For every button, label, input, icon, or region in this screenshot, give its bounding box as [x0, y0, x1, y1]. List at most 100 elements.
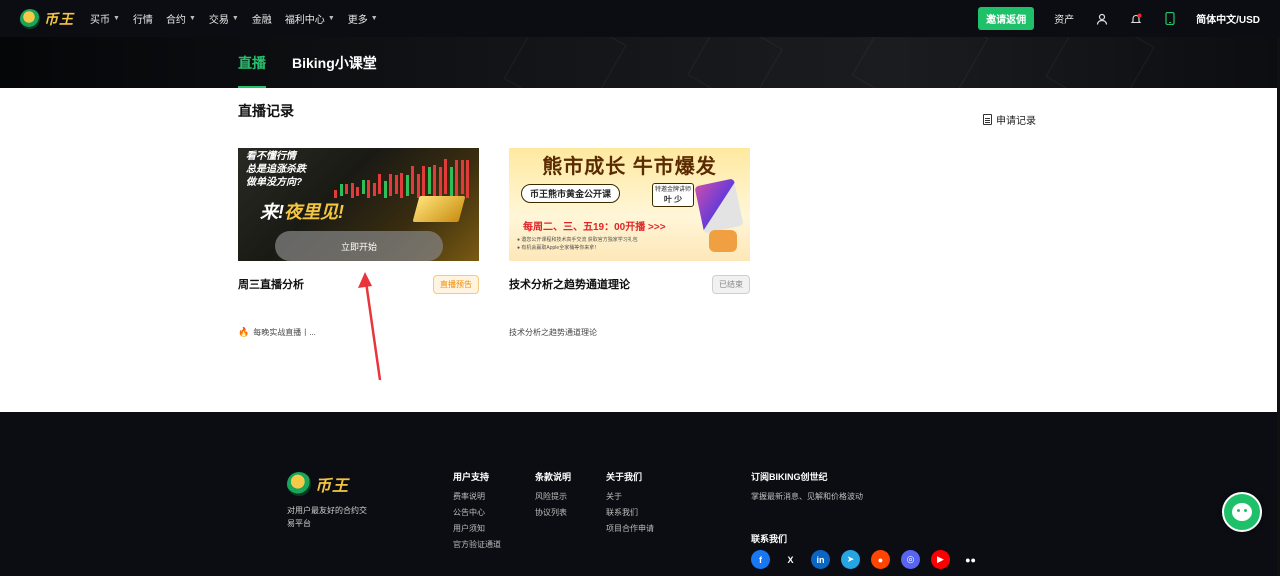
chevron-down-icon: ▼ — [231, 15, 239, 22]
candle-decoration — [433, 165, 436, 198]
card-title[interactable]: 技术分析之趋势通道理论 — [509, 276, 630, 292]
invite-rebate-button[interactable]: 邀请返佣 — [978, 7, 1035, 30]
hex-decoration — [851, 37, 989, 88]
customer-support-button[interactable] — [1222, 492, 1262, 532]
thumbnail-note: ● 有机会赢取Apple全家桶等你来拿！ — [517, 245, 600, 251]
live-thumbnail[interactable]: 熊市成长 牛市爆发 币王熊市黄金公开课 特邀金牌讲师 叶 少 每周二、三、五19… — [509, 148, 750, 261]
candle-decoration — [444, 159, 447, 194]
footer-col-terms: 条款说明 风险提示 协议列表 — [535, 470, 571, 521]
gold-bar-decoration — [412, 196, 466, 222]
footer-link[interactable]: 用户须知 — [453, 521, 501, 537]
telegram-icon[interactable]: ➤ — [841, 550, 860, 569]
candle-decoration — [438, 167, 442, 196]
candle-decoration — [334, 190, 337, 198]
nav-rewards[interactable]: 福利中心 ▼ — [285, 11, 335, 26]
youtube-icon[interactable]: ▶ — [931, 550, 950, 569]
nav-label: 福利中心 — [284, 15, 325, 26]
candle-decoration — [345, 184, 348, 194]
candle-decoration — [367, 180, 370, 198]
hero-tabs-bar: 直播 Biking小课堂 — [0, 37, 1277, 88]
footer-link[interactable]: 风险提示 — [535, 489, 571, 505]
hex-decoration — [1045, 37, 1155, 88]
tab-biking-course[interactable]: Biking小课堂 — [292, 53, 377, 73]
candle-decoration — [400, 173, 403, 198]
card-description: 🔥 每晚实战直播丨... — [238, 327, 316, 338]
footer-link[interactable]: 费率说明 — [453, 489, 501, 505]
footer-col-head: 用户支持 — [453, 472, 490, 482]
brand-logo[interactable]: 币王 — [20, 8, 74, 29]
brand-name: 币王 — [44, 10, 74, 27]
footer-logo[interactable]: 币王 — [287, 472, 349, 496]
tiger-logo-icon — [287, 472, 311, 496]
start-now-button[interactable]: 立即开始 — [275, 231, 443, 261]
footer-link[interactable]: 联系我们 — [606, 505, 654, 521]
document-icon — [983, 114, 992, 125]
tab-live[interactable]: 直播 — [238, 53, 266, 73]
medium-icon[interactable]: ●● — [961, 550, 980, 569]
footer-link[interactable]: 项目合作申请 — [606, 521, 654, 537]
footer-link[interactable]: 关于 — [606, 489, 654, 505]
social-links: f Xin ➤ ● ◎ ▶ ●● — [751, 550, 991, 569]
reddit-icon[interactable]: ● — [871, 550, 890, 569]
candle-decoration — [449, 167, 453, 198]
thumbnail-line: 看不懂行情 — [246, 151, 296, 162]
nav-assets[interactable]: 资产 — [1054, 11, 1074, 26]
tablet-prize-decoration — [694, 178, 744, 234]
card-description-text: 技术分析之趋势通道理论 — [509, 328, 597, 337]
discord-icon[interactable]: ◎ — [901, 550, 920, 569]
support-agent-icon — [1232, 503, 1252, 521]
thumbnail-lecturer-tag: 特邀金牌讲师 叶 少 — [652, 183, 694, 207]
candle-decoration — [356, 187, 359, 196]
candle-decoration — [389, 174, 392, 196]
linkedin-icon[interactable]: in — [811, 550, 830, 569]
candle-decoration — [383, 181, 387, 198]
nav-finance[interactable]: 金融 — [252, 11, 272, 26]
tiger-logo-icon — [20, 8, 40, 29]
candle-decoration — [339, 184, 343, 196]
live-card[interactable]: 熊市成长 牛市爆发 币王熊市黄金公开课 特邀金牌讲师 叶 少 每周二、三、五19… — [509, 148, 750, 337]
facebook-icon[interactable]: f — [751, 550, 770, 569]
candle-decoration — [405, 175, 409, 196]
subscribe-description: 掌握最新消息、见解和价格波动 — [751, 492, 863, 501]
mobile-app-icon[interactable] — [1162, 11, 1178, 27]
nav-buy-crypto[interactable]: 买币 ▼ — [90, 11, 120, 26]
thumbnail-schedule: 每周二、三、五19：00开播 >>> — [523, 222, 666, 233]
x-icon[interactable]: X — [781, 550, 800, 569]
live-thumbnail[interactable]: 看不懂行情 总是追涨杀跌 做单没方向? 来!夜里见! 立即开始 — [238, 148, 479, 261]
nav-contract[interactable]: 合约 ▼ — [166, 11, 196, 26]
candle-decoration — [455, 160, 458, 196]
thumbnail-course-name: 币王熊市黄金公开课 — [521, 184, 621, 203]
footer-link[interactable]: 协议列表 — [535, 505, 571, 521]
nav-market[interactable]: 行情 — [133, 11, 153, 26]
footer-col-head: 条款说明 — [535, 472, 572, 482]
thumbnail-headline: 来!夜里见! — [260, 198, 344, 224]
user-icon[interactable] — [1094, 11, 1110, 27]
candle-decoration — [350, 183, 354, 198]
candle-decoration — [372, 183, 376, 196]
footer-link[interactable]: 官方验证通道 — [453, 537, 501, 553]
nav-label: 交易 — [208, 15, 229, 26]
candle-decoration — [422, 166, 425, 196]
thumbnail-note: ● 邀您公开课程和技术高手交流 获取官方独家学习礼包 — [517, 237, 638, 243]
subscribe-heading: 订阅BIKING创世纪 — [751, 472, 828, 482]
status-badge: 已结束 — [712, 275, 750, 294]
lecturer-tag-line: 特邀金牌讲师 — [654, 187, 691, 193]
hex-decoration — [687, 37, 783, 88]
candle-decoration — [394, 175, 398, 194]
status-badge: 直播预告 — [433, 275, 479, 294]
live-card[interactable]: 看不懂行情 总是追涨杀跌 做单没方向? 来!夜里见! 立即开始 周三直播分析 直… — [238, 148, 479, 337]
footer-link[interactable]: 公告中心 — [453, 505, 501, 521]
card-title[interactable]: 周三直播分析 — [238, 276, 304, 292]
card-description: 技术分析之趋势通道理论 — [509, 327, 597, 338]
footer-subscribe: 订阅BIKING创世纪 掌握最新消息、见解和价格波动 — [751, 470, 863, 505]
language-currency-selector[interactable]: 简体中文/USD — [1196, 11, 1260, 26]
candlestick-decoration — [334, 158, 474, 198]
page-title: 直播记录 — [238, 103, 294, 119]
nav-trade[interactable]: 交易 ▼ — [209, 11, 239, 26]
nav-label: 行情 — [132, 15, 153, 26]
contact-heading: 联系我们 — [751, 534, 788, 544]
nav-more[interactable]: 更多 ▼ — [348, 11, 378, 26]
notification-bell-icon[interactable] — [1128, 11, 1144, 27]
headline-part: 来! — [260, 202, 284, 222]
apply-record-link[interactable]: 申请记录 — [983, 112, 1036, 127]
